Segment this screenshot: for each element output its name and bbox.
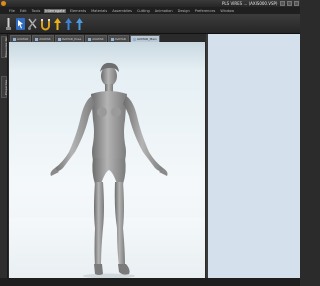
tab-avatar-2[interactable]: AVATAR [32,35,54,42]
3d-viewport[interactable] [9,42,205,278]
document-icon [88,37,92,41]
app-logo-icon[interactable] [1,1,6,6]
tab-label: AVATAR_Pose [61,37,82,41]
menu-item-file[interactable]: File [8,9,16,13]
stitch-icon [54,18,61,30]
status-bar [0,278,300,286]
menu-item-cutting[interactable]: Cutting [136,9,151,13]
tab-label: AVATAR [92,37,104,41]
pin-tool-button[interactable] [3,17,14,31]
menu-item-interrogate[interactable]: Interrogate [44,8,66,13]
tab-label: AVATAR [17,37,29,41]
minimize-icon[interactable] [280,1,285,6]
menu-item-preferences[interactable]: Preferences [194,9,217,13]
menu-item-materials[interactable]: Materials [90,9,108,13]
tab-label: AVATAR_Main [136,37,157,41]
cursor-icon [16,18,25,30]
tab-label: AVATAR [39,37,51,41]
tab-avatar-3[interactable]: AVATAR [85,35,107,42]
menu-item-design[interactable]: Design [177,9,191,13]
seam-icon [65,18,72,30]
close-icon[interactable] [294,1,299,6]
stitch-tool-button[interactable] [52,17,63,31]
seam-tool-button[interactable] [63,17,74,31]
rail-tab-properties[interactable]: Properties [1,76,8,98]
pin-icon [6,18,11,30]
title-bar: PLS VIRES ... (AXIS000.VSP) [0,0,300,7]
document-icon [57,37,61,41]
tab-avatar-main[interactable]: AVATAR_Main [129,35,160,42]
toolbar [0,14,300,34]
menu-item-elements[interactable]: Elements [69,9,87,13]
tab-label: AVATAR [114,37,126,41]
menu-item-window[interactable]: Window [219,9,235,13]
side-rail: Measures Tab Properties [0,34,8,286]
document-icon [13,37,16,41]
document-icon [35,37,39,41]
cursor-tool-button[interactable] [15,17,26,31]
magnet-icon [41,19,50,31]
menu-item-assemblies[interactable]: Assemblies [111,9,133,13]
flag-icon [76,18,83,30]
avatar-model[interactable] [39,60,175,278]
magnet-tool-button[interactable] [40,17,51,31]
flag-tool-button[interactable] [74,17,85,31]
maximize-icon[interactable] [287,1,292,6]
right-side-panel [206,34,300,278]
menu-item-edit[interactable]: Edit [19,9,28,13]
tab-avatar-4[interactable]: AVATAR [107,35,129,42]
cut-tool-button[interactable] [27,17,38,31]
menu-item-animation[interactable]: Animation [154,9,174,13]
document-icon [132,37,136,41]
document-tab-bar: AVATAR AVATAR AVATAR_Pose AVATAR AVATAR … [9,34,205,42]
window-title: PLS VIRES ... (AXIS000.VSP) [222,1,278,6]
document-icon [110,37,114,41]
window-controls [280,1,299,6]
tab-avatar-1[interactable]: AVATAR [10,35,32,42]
menu-item-tools[interactable]: Tools [31,9,42,13]
rail-tab-measures[interactable]: Measures Tab [1,36,8,58]
tab-avatar-pose[interactable]: AVATAR_Pose [54,35,85,42]
cut-icon [28,18,37,30]
menu-bar: File Edit Tools Interrogate Elements Mat… [0,7,300,14]
